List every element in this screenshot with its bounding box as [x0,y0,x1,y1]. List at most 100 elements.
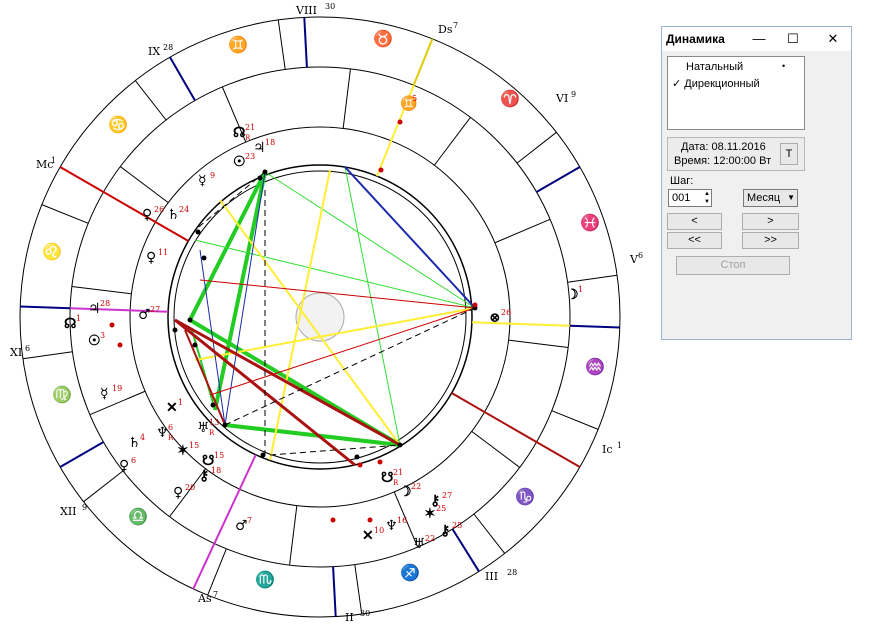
minimize-button[interactable]: — [746,29,772,49]
planet-degree: 9 [210,171,215,180]
house-label: Ic [602,443,613,456]
house-cusp-line [169,56,196,101]
house-degree: 6 [638,251,643,260]
house-cusp-line [303,17,308,68]
planet-degree: 26 [501,308,511,317]
dynamics-dialog: Динамика — ☐ ✕ Натальный • ✓ Дирекционны… [661,26,852,340]
house-division-line [89,390,146,416]
planet-glyph-icon: ☊ [64,316,76,332]
planet-glyph-icon: ♂ [235,518,248,534]
aspect-endpoint-dot [210,402,216,408]
planet-glyph-icon: ♃ [253,140,266,156]
house-division-line [289,505,298,566]
zodiac-sign-icon: ♐ [400,563,420,582]
t-button[interactable]: T [780,143,798,165]
house-degree: 7 [453,21,458,30]
planet-glyph-icon: ♄ [128,435,141,451]
aspect-endpoint-dot [195,229,201,235]
planet-degree: 13 [209,418,219,427]
planet-glyph-icon: ♅ [413,536,426,552]
active-dot: • [782,61,786,71]
planet-degree: 20 [185,483,195,492]
house-degree: 30 [360,609,370,618]
planet-glyph-icon: ♆ [385,518,398,534]
aspect-endpoint-dot [257,175,263,181]
planet-glyph-icon: ☿ [100,386,109,402]
planet-glyph-icon: ☋ [202,453,214,469]
house-cusp-line [59,166,104,193]
planet-marker-dot [109,322,115,328]
dialog-titlebar[interactable]: Динамика — ☐ ✕ [662,27,851,51]
planet-degree: 3 [100,331,105,340]
next-button[interactable]: > [742,213,799,230]
planet-marker-dot [117,342,123,348]
prev-button[interactable]: < [667,213,722,230]
house-label: XII [60,505,77,518]
zodiac-sign-icon: ♈ [500,89,520,108]
sign-division-line [134,80,167,121]
planet-degree: 5 [412,94,417,103]
sign-division-line [277,19,286,70]
planet-degree: 11 [158,248,168,257]
house-cusp-line [569,324,620,329]
planet-degree: 19 [112,384,122,393]
aspect-lines [109,119,478,523]
aspect-endpoint-dot [262,169,268,175]
planet-degree: 15 [189,441,199,450]
sign-division-line [207,548,227,596]
planet-degree: 21 [245,123,255,132]
planet-glyph-icon: ⊗ [489,310,501,326]
retrograde-mark: R [209,429,215,437]
planet-glyph-icon: ♀ [119,458,129,474]
aspect-endpoint-dot [222,422,228,428]
aspect-endpoint-dot [192,342,198,348]
aspect-endpoint-dot [397,442,403,448]
house-cusp-line [332,566,337,617]
house-cusp-line [412,38,434,86]
close-button[interactable]: ✕ [820,29,846,49]
planet-degree: 1 [578,285,583,294]
planet-glyph-icon: ♆ [156,425,169,441]
aspect-line [344,166,401,446]
dialog-title: Динамика [666,32,725,46]
planet-degree: 16 [397,516,407,525]
house-degree: 28 [163,43,173,52]
planet-glyph-icon: ☋ [381,470,393,486]
sign-division-line [83,470,124,503]
aspect-endpoint-dot [354,454,360,460]
zodiac-sign-icon: ♓ [580,213,600,232]
aspect-endpoint-dot [187,317,193,323]
planet-degree: 18 [265,138,275,147]
unit-value: Месяц [747,192,781,204]
planet-marker-dot [472,302,478,308]
zodiac-sign-icon: ♎ [128,507,148,526]
maximize-button[interactable]: ☐ [780,29,806,49]
mode-directional[interactable]: ✓ Дирекционный [672,77,760,90]
next-fast-button[interactable]: >> [742,232,799,249]
planet-degree: 1 [178,398,183,407]
house-label: VIII [295,4,317,17]
unit-select[interactable]: Месяц ▼ [743,189,798,207]
mode-listbox[interactable]: Натальный • ✓ Дирекционный [667,56,805,130]
planet-glyph-icon: ♄ [167,207,180,223]
planet-glyph-icon: ⚷ [199,468,209,484]
aspect-endpoint-dot [201,255,207,261]
planet-degree: 6 [131,456,136,465]
zodiac-sign-icon: ♏ [255,570,275,589]
stop-button[interactable]: Стоп [676,256,790,275]
axis-line [471,321,570,327]
spinner-arrows-icon[interactable]: ▲ ▼ [704,190,710,206]
date-label: Дата: [681,141,709,153]
mode-natal[interactable]: Натальный [686,61,743,73]
planet-glyph-icon: ☽ [566,287,579,303]
step-spinner[interactable]: 001 ▲ ▼ [668,189,712,207]
planet-marker-dot [367,517,373,523]
axis-line [451,392,538,443]
time-value: 12:00:00 Вт [713,155,772,167]
house-label: As [197,592,212,605]
house-cusp-line [20,305,71,310]
planet-degree: 10 [374,526,384,535]
zodiac-sign-icon: ♍ [52,385,72,404]
house-cusp-line [536,441,581,468]
prev-fast-button[interactable]: << [667,232,722,249]
